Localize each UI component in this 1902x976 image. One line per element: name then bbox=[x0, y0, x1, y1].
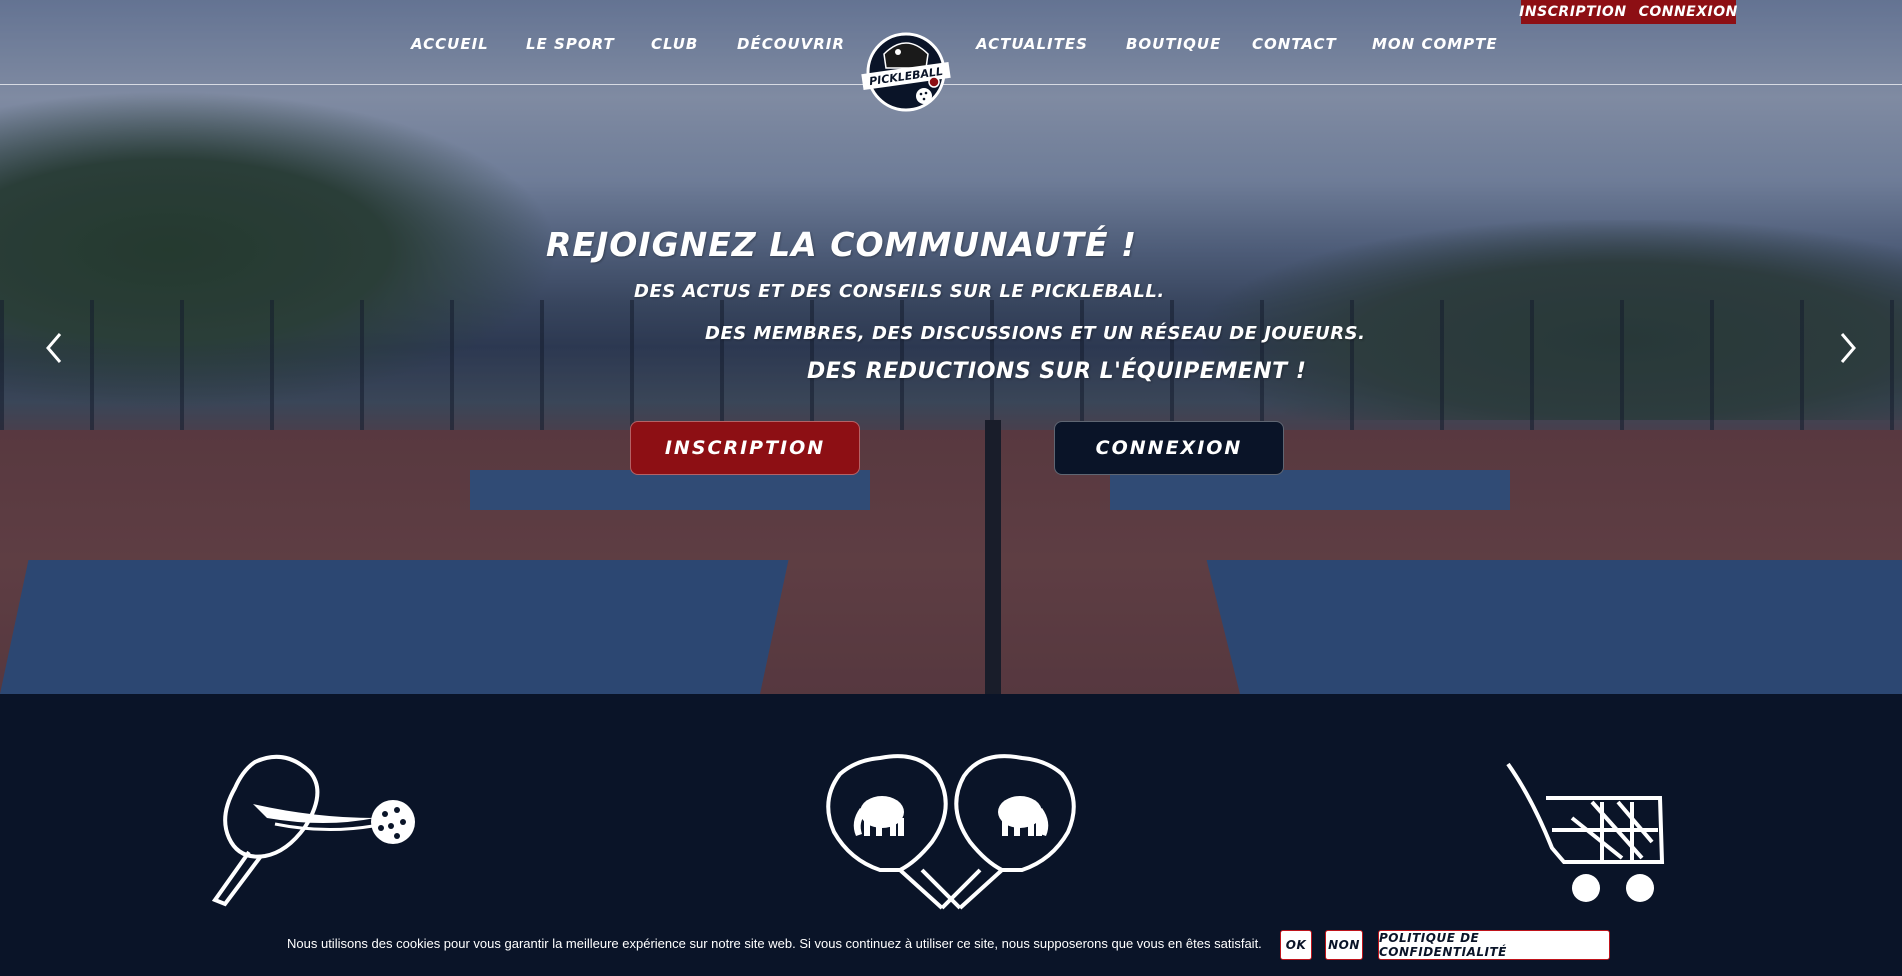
hero-connexion-button[interactable]: CONNEXION bbox=[1054, 421, 1284, 475]
cookie-non-button[interactable]: NON bbox=[1325, 930, 1363, 960]
nav-item-contact[interactable]: CONTACT bbox=[1252, 35, 1337, 53]
shopping-cart-icon[interactable] bbox=[1502, 758, 1672, 908]
nav-item-le-sport[interactable]: LE SPORT bbox=[526, 35, 615, 53]
slider-next-arrow-icon[interactable] bbox=[1836, 330, 1860, 366]
cookie-banner: Nous utilisons des cookies pour vous gar… bbox=[0, 925, 1902, 965]
nav-item-accueil[interactable]: ACCUEIL bbox=[411, 35, 489, 53]
pickleball-logo[interactable]: PICKLEBALL bbox=[856, 24, 956, 112]
nav-item-club[interactable]: CLUB bbox=[651, 35, 698, 53]
nav-item-mon-compte[interactable]: MON COMPTE bbox=[1372, 35, 1498, 53]
paddle-ball-icon[interactable] bbox=[205, 752, 425, 912]
hero-title: REJOIGNEZ LA COMMUNAUTÉ ! bbox=[546, 225, 1138, 264]
hero-line-1: DES ACTUS ET DES CONSEILS SUR LE PICKLEB… bbox=[634, 281, 1165, 302]
cookie-message: Nous utilisons des cookies pour vous gar… bbox=[287, 936, 1262, 951]
nav-item-actualites[interactable]: ACTUALITES bbox=[976, 35, 1088, 53]
top-auth-bar: INSCRIPTION CONNEXION bbox=[1519, 0, 1738, 24]
hero-line-2: DES MEMBRES, DES DISCUSSIONS ET UN RÉSEA… bbox=[705, 323, 1366, 344]
cookie-policy-button[interactable]: POLITIQUE DE CONFIDENTIALITÉ bbox=[1378, 930, 1610, 960]
cookie-ok-button[interactable]: OK bbox=[1280, 930, 1312, 960]
top-connexion-link[interactable]: CONNEXION bbox=[1639, 4, 1738, 20]
top-inscription-link[interactable]: INSCRIPTION bbox=[1519, 4, 1626, 20]
slider-prev-arrow-icon[interactable] bbox=[42, 330, 66, 366]
hero-line-3: DES REDUCTIONS SUR L'ÉQUIPEMENT ! bbox=[807, 359, 1307, 384]
hero-inscription-button[interactable]: INSCRIPTION bbox=[630, 421, 860, 475]
nav-item-decouvrir[interactable]: DÉCOUVRIR bbox=[737, 35, 845, 53]
nav-item-boutique[interactable]: BOUTIQUE bbox=[1126, 35, 1221, 53]
crossed-paddles-mammoth-icon[interactable] bbox=[820, 752, 1082, 912]
